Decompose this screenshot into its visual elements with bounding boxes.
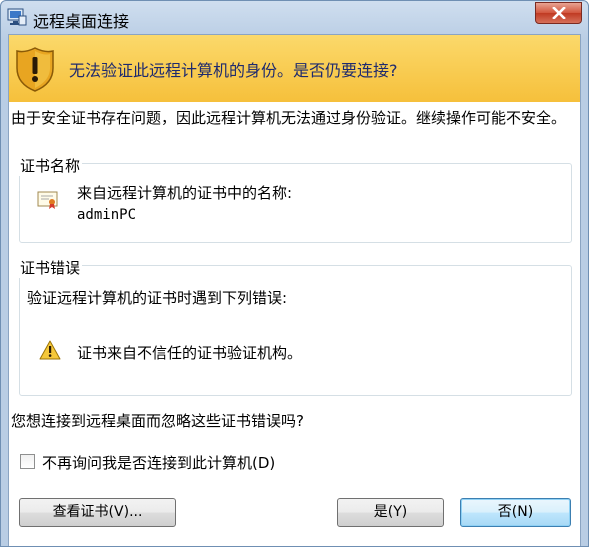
warning-banner: 无法验证此远程计算机的身份。是否仍要连接? bbox=[9, 35, 580, 102]
certificate-name-label: 证书名称 bbox=[19, 155, 83, 176]
certificate-error-line1: 验证远程计算机的证书时遇到下列错误: bbox=[27, 289, 288, 307]
dialog-window: 远程桌面连接 无法验证此远程计算机的身份。是否仍要连接? 由于安全证书存在问题，… bbox=[0, 0, 589, 547]
certificate-name-value: adminPC bbox=[77, 207, 137, 223]
title-bar[interactable]: 远程桌面连接 bbox=[1, 1, 588, 35]
dont-ask-checkbox-label[interactable]: 不再询问我是否连接到此计算机(D) bbox=[42, 452, 275, 473]
no-button[interactable]: 否(N) bbox=[460, 498, 571, 527]
view-certificate-button[interactable]: 查看证书(V)... bbox=[19, 498, 176, 527]
description-text: 由于安全证书存在问题，因此远程计算机无法通过身份验证。继续操作可能不安全。 bbox=[11, 109, 567, 127]
yes-button[interactable]: 是(Y) bbox=[337, 498, 444, 527]
dialog-body: 无法验证此远程计算机的身份。是否仍要连接? 由于安全证书存在问题，因此远程计算机… bbox=[8, 34, 581, 546]
warning-triangle-icon bbox=[39, 340, 61, 360]
certificate-name-group: 证书名称 来自远程计算机的证书中的名称: adminPC bbox=[19, 155, 572, 243]
certificate-error-message: 证书来自不信任的证书验证机构。 bbox=[77, 344, 303, 362]
close-button[interactable] bbox=[535, 2, 582, 24]
warning-shield-icon bbox=[16, 47, 54, 92]
banner-text: 无法验证此远程计算机的身份。是否仍要连接? bbox=[69, 61, 398, 80]
certificate-error-label: 证书错误 bbox=[19, 257, 83, 278]
close-icon bbox=[552, 7, 566, 19]
question-text: 您想连接到远程桌面而忽略这些证书错误吗? bbox=[11, 412, 304, 430]
certificate-name-line1: 来自远程计算机的证书中的名称: bbox=[77, 184, 293, 202]
certificate-icon bbox=[37, 191, 58, 209]
certificate-error-group: 证书错误 验证远程计算机的证书时遇到下列错误: 证书来自不信任的证书验证机构。 bbox=[19, 257, 572, 396]
window-title: 远程桌面连接 bbox=[33, 12, 130, 31]
remote-desktop-icon bbox=[7, 8, 27, 26]
dont-ask-checkbox[interactable] bbox=[20, 454, 35, 469]
